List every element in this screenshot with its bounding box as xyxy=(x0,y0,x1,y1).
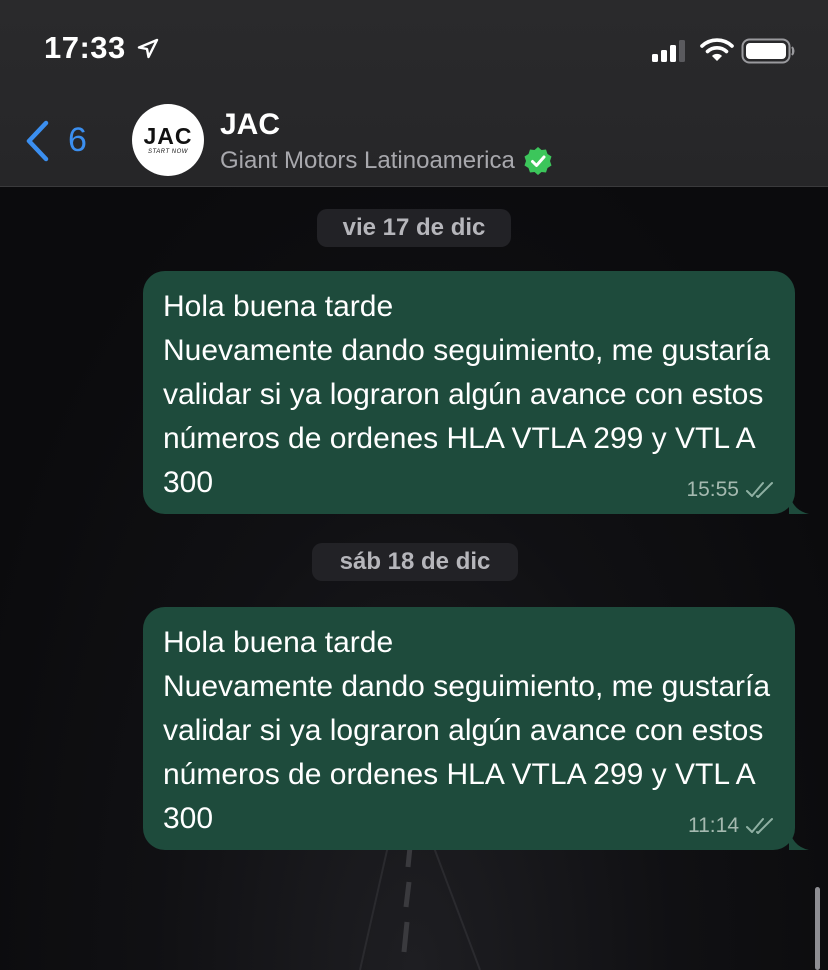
message-time: 11:14 xyxy=(688,814,739,837)
contact-name[interactable]: JAC xyxy=(220,108,280,142)
double-check-icon xyxy=(746,818,773,834)
avatar[interactable]: JAC START NOW xyxy=(132,104,204,176)
chat-header: 17:33 6 JAC START NOW JAC Giant Motors L… xyxy=(0,0,828,187)
chat-area[interactable]: vie 17 de dic Hola buena tarde Nuevament… xyxy=(0,187,828,970)
message-bubble[interactable]: Hola buena tarde Nuevamente dando seguim… xyxy=(143,271,809,514)
message-meta: 11:14 xyxy=(688,814,775,838)
back-button[interactable] xyxy=(24,116,104,166)
message-text: Hola buena tarde Nuevamente dando seguim… xyxy=(163,290,771,499)
contact-subtitle[interactable]: Giant Motors Latinoamerica xyxy=(220,146,553,176)
battery-icon xyxy=(741,38,795,64)
date-separator: vie 17 de dic xyxy=(317,209,511,247)
verified-badge-icon xyxy=(524,147,552,175)
contact-subtitle-text: Giant Motors Latinoamerica xyxy=(220,147,515,174)
message-meta: 15:55 xyxy=(686,478,775,502)
scrollbar[interactable] xyxy=(815,887,820,970)
location-arrow-icon xyxy=(137,38,159,59)
avatar-logo: JAC xyxy=(143,123,193,149)
status-time: 17:33 xyxy=(44,30,126,65)
signal-bars-icon xyxy=(652,40,685,62)
wifi-icon xyxy=(700,38,734,61)
unread-count[interactable]: 6 xyxy=(68,121,87,160)
message-time: 15:55 xyxy=(686,478,739,501)
date-separator: sáb 18 de dic xyxy=(312,543,518,581)
chevron-left-icon xyxy=(26,120,49,162)
message-text: Hola buena tarde Nuevamente dando seguim… xyxy=(163,626,771,835)
bubble-tail xyxy=(789,826,809,850)
double-check-icon xyxy=(746,482,773,498)
message-bubble[interactable]: Hola buena tarde Nuevamente dando seguim… xyxy=(143,607,809,850)
bubble-tail xyxy=(789,490,809,514)
wallpaper-road-icon xyxy=(359,837,481,970)
avatar-slogan: START NOW xyxy=(148,149,188,155)
